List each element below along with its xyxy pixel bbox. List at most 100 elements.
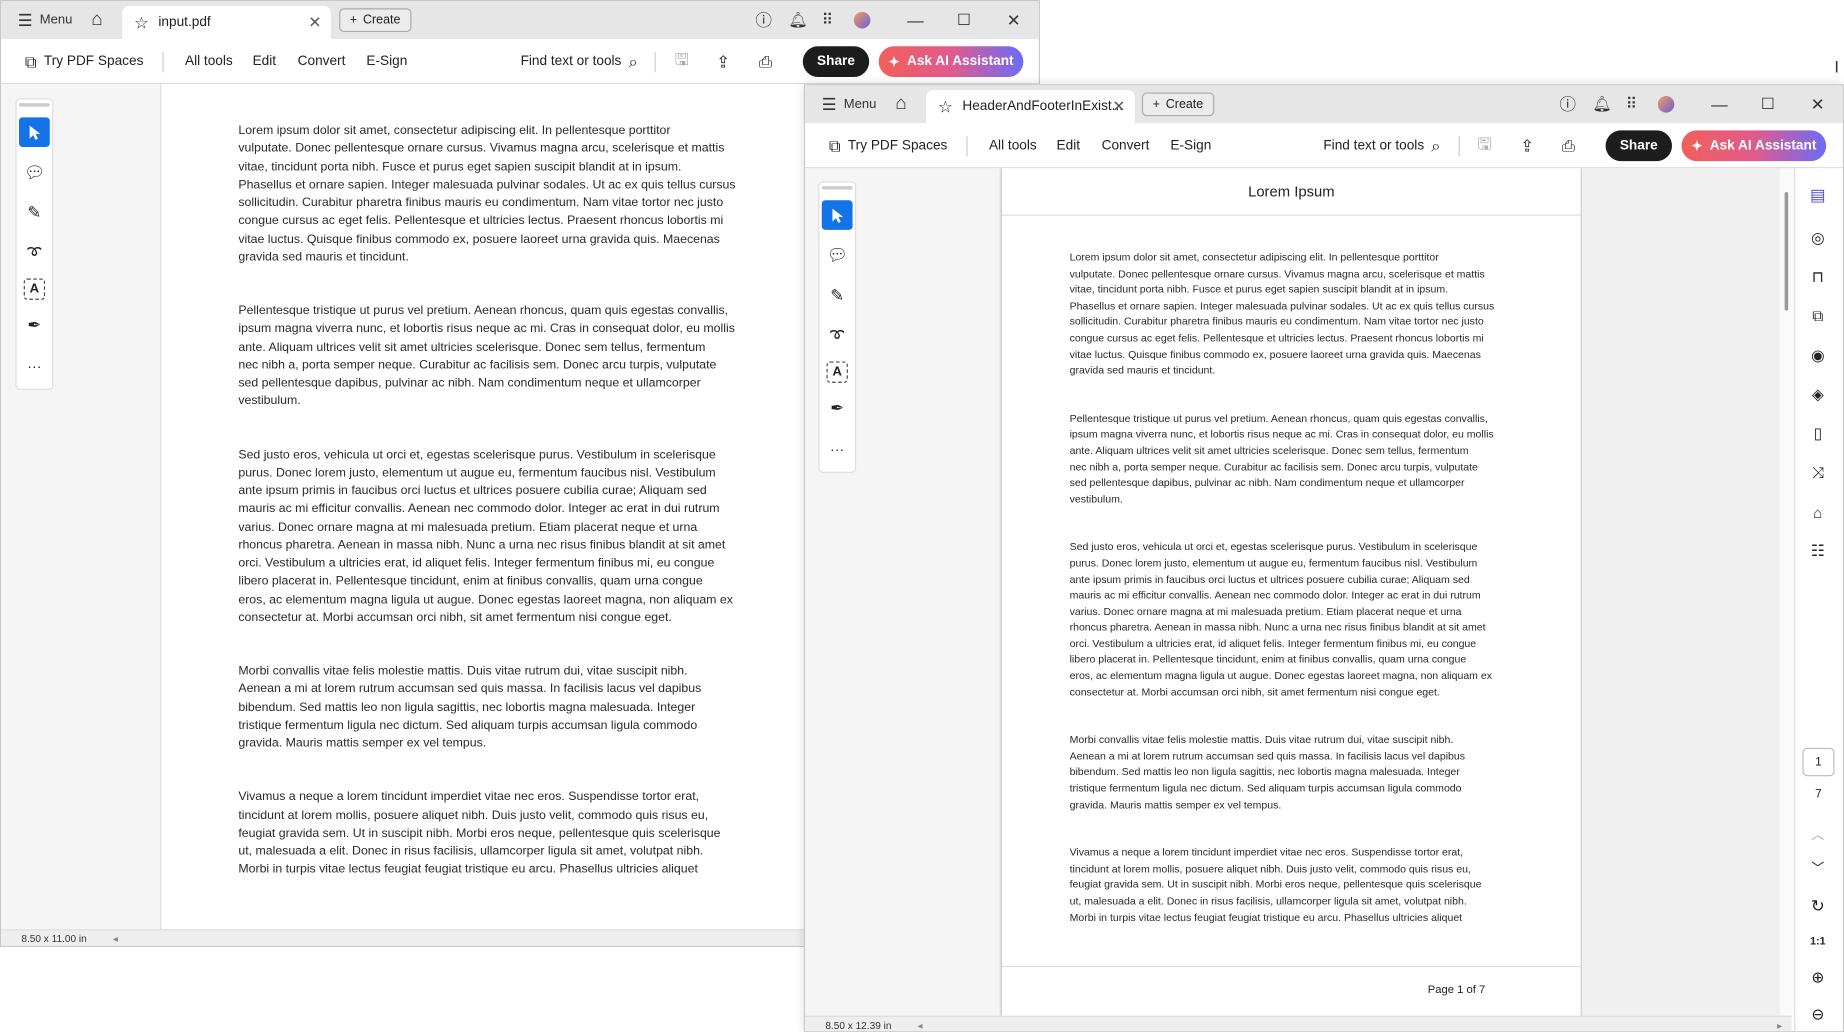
paragraph: Sed justo eros, vehicula ut orci et, ege… bbox=[1070, 540, 1495, 701]
avatar[interactable] bbox=[1657, 85, 1675, 123]
document-properties-icon[interactable]: ▯ bbox=[1802, 421, 1833, 447]
menu-button[interactable]: ☰ Menu bbox=[18, 1, 73, 39]
close-tab-icon[interactable]: ✕ bbox=[308, 13, 321, 32]
text-line: Vivamus a neque a lorem tincidunt imperd… bbox=[1069, 846, 1464, 859]
apps-grid-icon[interactable]: ⠿ bbox=[822, 1, 833, 39]
comment-tool-icon[interactable]: 💬︎ bbox=[822, 241, 853, 271]
quick-tools-panel: 💬︎ ✎ ➰︎ A ✒ ··· bbox=[15, 98, 54, 390]
scroll-left-arrow[interactable]: ◂ bbox=[113, 932, 118, 945]
comments-icon[interactable]: ◎ bbox=[1802, 225, 1833, 251]
all-tools-menu[interactable]: All tools bbox=[185, 39, 233, 84]
text-recognition-icon[interactable]: A bbox=[23, 278, 46, 300]
all-tools-menu[interactable]: All tools bbox=[989, 123, 1037, 168]
tab-header-footer-pdf[interactable]: ☆ HeaderAndFooterInExist... ✕ bbox=[926, 90, 1135, 124]
close-window-button[interactable]: ✕ bbox=[1811, 85, 1825, 123]
page-body: Lorem ipsum dolor sit amet, consectetur … bbox=[1070, 250, 1495, 958]
sign-icon[interactable]: ✒ bbox=[19, 311, 50, 341]
previous-page-button[interactable]: ︿ bbox=[1802, 821, 1833, 847]
share-button[interactable]: Share bbox=[1605, 130, 1672, 162]
tab-input-pdf[interactable]: ☆ input.pdf ✕ bbox=[122, 5, 331, 40]
highlight-pen-icon[interactable]: ✎ bbox=[822, 281, 853, 311]
text-line: ante ipsum primis in faucibus orci luctu… bbox=[1069, 573, 1470, 585]
text-line: ut, malesuada a elit. Donec in risus fac… bbox=[1069, 894, 1467, 907]
comment-tool-icon[interactable]: 💬︎ bbox=[19, 158, 50, 188]
cloud-upload-icon[interactable]: ⇪ bbox=[716, 39, 730, 84]
ai-chat-icon: ✦ bbox=[1691, 139, 1703, 155]
convert-menu[interactable]: Convert bbox=[298, 39, 346, 84]
highlight-pen-icon[interactable]: ✎ bbox=[19, 198, 50, 228]
help-icon[interactable]: ⓘ bbox=[755, 1, 772, 39]
current-page-input[interactable]: 1 bbox=[1802, 747, 1835, 777]
draw-lasso-icon[interactable]: ➰︎ bbox=[822, 321, 853, 351]
convert-menu[interactable]: Convert bbox=[1102, 123, 1150, 168]
find-text-button[interactable]: Find text or tools ⌕ bbox=[1323, 123, 1440, 168]
text-line: bibendum. Sed mattis leo non ligula sagi… bbox=[1069, 766, 1460, 779]
hamburger-icon: ☰ bbox=[17, 10, 33, 30]
sign-icon[interactable]: ✒ bbox=[822, 393, 853, 423]
save-icon[interactable]: 🖫︎ bbox=[1478, 123, 1492, 168]
print-icon[interactable]: ⎙ bbox=[759, 39, 772, 84]
maximize-button[interactable]: ☐ bbox=[957, 1, 971, 39]
text-line: Phasellus et ornare sapien. Integer male… bbox=[238, 178, 736, 192]
edit-menu[interactable]: Edit bbox=[253, 39, 277, 84]
star-icon[interactable]: ☆ bbox=[134, 12, 149, 32]
close-window-button[interactable]: ✕ bbox=[1007, 1, 1021, 39]
cloud-upload-icon[interactable]: ⇪ bbox=[1520, 123, 1534, 168]
tags-icon[interactable]: ⌂ bbox=[1802, 499, 1833, 525]
edit-menu[interactable]: Edit bbox=[1057, 123, 1081, 168]
text-line: eros, ac elementum magna ligula ut augue… bbox=[238, 593, 733, 607]
drag-handle[interactable] bbox=[18, 103, 50, 107]
order-flow-icon[interactable]: ⤨ bbox=[1802, 460, 1833, 486]
try-pdf-spaces-button[interactable]: ⧉ Try PDF Spaces bbox=[25, 39, 144, 84]
close-tab-icon[interactable]: ✕ bbox=[1112, 97, 1125, 116]
scroll-left-arrow[interactable]: ◂ bbox=[918, 1019, 923, 1031]
content-tree-icon[interactable]: ☷ bbox=[1802, 538, 1833, 564]
home-icon[interactable]: ⌂ bbox=[895, 85, 906, 123]
text-line: Morbi in turpis vitae lectus feugiat feu… bbox=[1069, 910, 1463, 923]
esign-menu[interactable]: E-Sign bbox=[1170, 123, 1211, 168]
avatar[interactable] bbox=[853, 1, 871, 39]
create-button[interactable]: + Create bbox=[339, 8, 412, 33]
select-tool-icon[interactable] bbox=[821, 200, 853, 230]
minimize-button[interactable]: — bbox=[907, 1, 924, 39]
draw-lasso-icon[interactable]: ➰︎ bbox=[19, 238, 50, 268]
share-button[interactable]: Share bbox=[802, 46, 870, 78]
vertical-scrollbar[interactable] bbox=[1779, 168, 1795, 1016]
accessibility-target-icon[interactable]: ◉ bbox=[1802, 343, 1833, 369]
text-line: gravida sed mauris et tincidunt. bbox=[1069, 364, 1216, 376]
zoom-in-icon[interactable]: ⊕ bbox=[1802, 965, 1833, 991]
save-icon[interactable]: 🖫︎ bbox=[675, 39, 689, 84]
find-text-button[interactable]: Find text or tools ⌕ bbox=[521, 39, 638, 84]
try-pdf-spaces-button[interactable]: ⧉ Try PDF Spaces bbox=[829, 123, 948, 168]
bell-icon[interactable]: 🔔︎ bbox=[1593, 85, 1613, 123]
edit-pdf-icon[interactable]: ▤ bbox=[1802, 181, 1833, 207]
print-icon[interactable]: ⎙ bbox=[1562, 123, 1575, 168]
bell-icon[interactable]: 🔔︎ bbox=[789, 1, 809, 39]
text-line: bibendum. Sed mattis leo non ligula sagi… bbox=[238, 701, 696, 715]
create-button[interactable]: + Create bbox=[1141, 92, 1214, 117]
text-recognition-icon[interactable]: A bbox=[826, 361, 848, 383]
layers-icon[interactable]: ◈ bbox=[1802, 382, 1833, 408]
minimize-button[interactable]: — bbox=[1711, 85, 1728, 123]
drag-handle[interactable] bbox=[821, 186, 853, 190]
scrollbar-thumb[interactable] bbox=[1784, 192, 1789, 311]
paragraph: Pellentesque tristique ut purus vel pret… bbox=[238, 302, 735, 410]
ask-ai-assistant-button[interactable]: ✦ Ask AI Assistant bbox=[1681, 130, 1827, 162]
star-icon[interactable]: ☆ bbox=[938, 97, 953, 117]
select-tool-icon[interactable] bbox=[18, 117, 50, 147]
more-tools-icon[interactable]: ··· bbox=[19, 351, 50, 381]
next-page-button[interactable]: ﹀ bbox=[1802, 855, 1833, 881]
pages-thumbnails-icon[interactable]: ⧉ bbox=[1802, 303, 1833, 329]
menu-button[interactable]: ☰ Menu bbox=[822, 85, 877, 123]
ask-ai-assistant-button[interactable]: ✦ Ask AI Assistant bbox=[878, 46, 1024, 78]
home-icon[interactable]: ⌂ bbox=[91, 1, 102, 39]
bookmarks-icon[interactable]: ⊓ bbox=[1802, 264, 1833, 290]
fit-page-icon[interactable]: 1:1 bbox=[1802, 928, 1833, 954]
apps-grid-icon[interactable]: ⠿ bbox=[1626, 85, 1637, 123]
help-icon[interactable]: ⓘ bbox=[1559, 85, 1576, 123]
esign-menu[interactable]: E-Sign bbox=[366, 39, 407, 84]
rotate-icon[interactable]: ↻ bbox=[1802, 892, 1833, 918]
more-tools-icon[interactable]: ··· bbox=[822, 434, 853, 464]
maximize-button[interactable]: ☐ bbox=[1761, 85, 1775, 123]
scroll-right-arrow[interactable]: ▸ bbox=[1777, 1019, 1782, 1031]
